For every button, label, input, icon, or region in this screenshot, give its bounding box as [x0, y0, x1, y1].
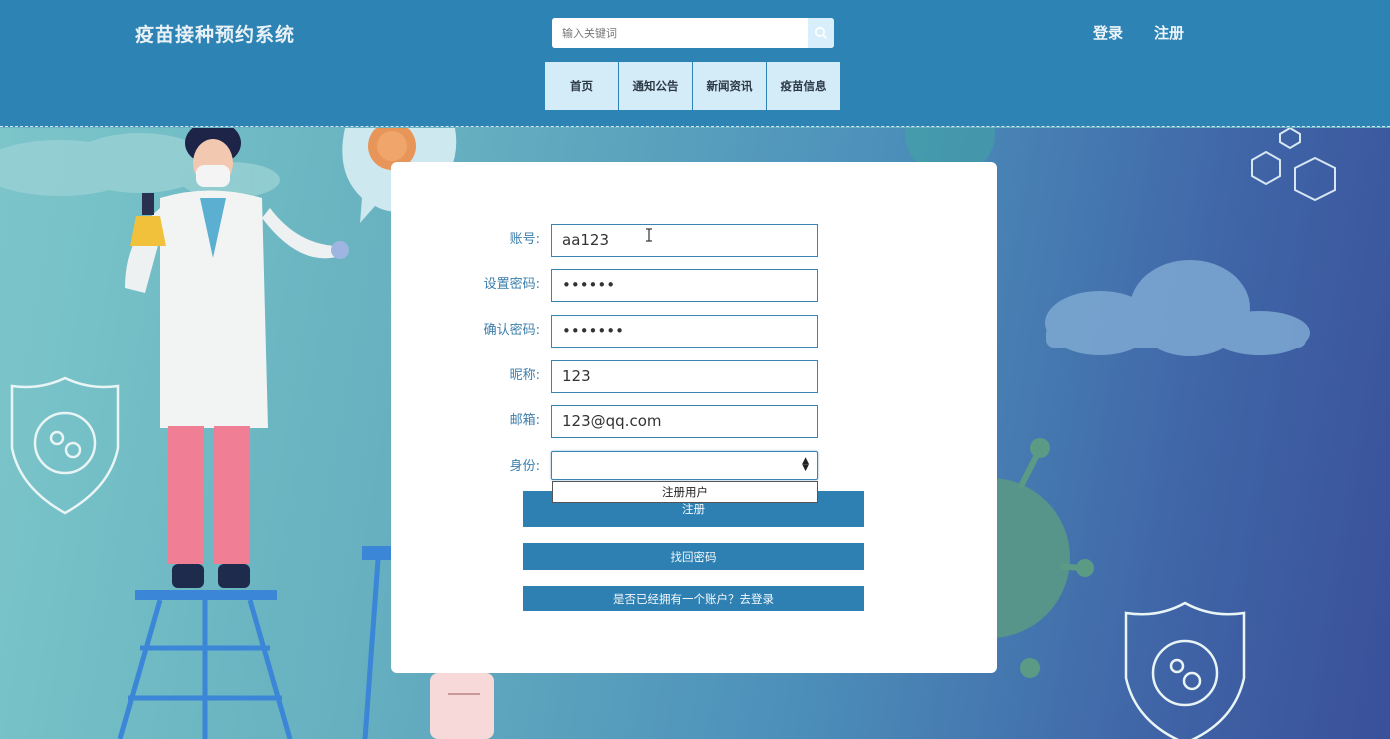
identity-select[interactable]: ▲ ▼ [551, 451, 818, 480]
email-label: 邮箱: [509, 413, 540, 428]
search-bar [552, 18, 834, 48]
cloud-right [1045, 260, 1310, 356]
email-input[interactable]: 123@qq.com [551, 405, 818, 438]
confirm-password-input[interactable]: ••••••• [551, 315, 818, 348]
account-input[interactable]: aa123 [551, 224, 818, 257]
nav-item-news[interactable]: 新闻资讯 [693, 62, 766, 110]
search-icon [815, 27, 828, 40]
identity-row: 身份: ▲ ▼ [391, 451, 997, 484]
password-label: 设置密码: [483, 277, 540, 292]
email-row: 邮箱: 123@qq.com [391, 405, 997, 438]
register-link[interactable]: 注册 [1154, 22, 1184, 43]
doctor-figure [117, 128, 349, 739]
identity-label: 身份: [509, 459, 540, 474]
search-input[interactable] [552, 18, 808, 48]
confirm-password-label: 确认密码: [483, 323, 540, 338]
register-form-card: 账号: aa123 设置密码: •••••• 确认密码: ••••••• 昵称:… [391, 162, 997, 673]
nav-item-vaccine-info[interactable]: 疫苗信息 [767, 62, 840, 110]
shield-left [10, 376, 120, 515]
identity-option-registered-user[interactable]: 注册用户 [552, 481, 818, 503]
password-row: 设置密码: •••••• [391, 269, 997, 302]
main-nav: 首页 通知公告 新闻资讯 疫苗信息 [545, 62, 841, 110]
nickname-row: 昵称: 123 [391, 360, 997, 393]
nav-item-notices[interactable]: 通知公告 [619, 62, 692, 110]
go-login-button[interactable]: 是否已经拥有一个账户？去登录 [523, 586, 864, 611]
recover-password-button[interactable]: 找回密码 [523, 543, 864, 570]
nickname-label: 昵称: [509, 368, 540, 383]
select-arrows-icon: ▲ ▼ [802, 456, 809, 473]
account-label: 账号: [509, 232, 540, 247]
search-button[interactable] [808, 18, 834, 48]
nickname-input[interactable]: 123 [551, 360, 818, 393]
site-title: 疫苗接种预约系统 [135, 24, 296, 46]
shield-right [1124, 601, 1246, 739]
confirm-password-row: 确认密码: ••••••• [391, 315, 997, 348]
top-header: 疫苗接种预约系统 登录 注册 首页 通知公告 新闻资讯 疫苗信息 [0, 0, 1390, 127]
nav-item-home[interactable]: 首页 [545, 62, 618, 110]
login-link[interactable]: 登录 [1093, 22, 1123, 43]
account-row: 账号: aa123 [391, 224, 997, 257]
hexagons [1251, 128, 1336, 202]
password-input[interactable]: •••••• [551, 269, 818, 302]
text-cursor-icon [646, 228, 652, 242]
